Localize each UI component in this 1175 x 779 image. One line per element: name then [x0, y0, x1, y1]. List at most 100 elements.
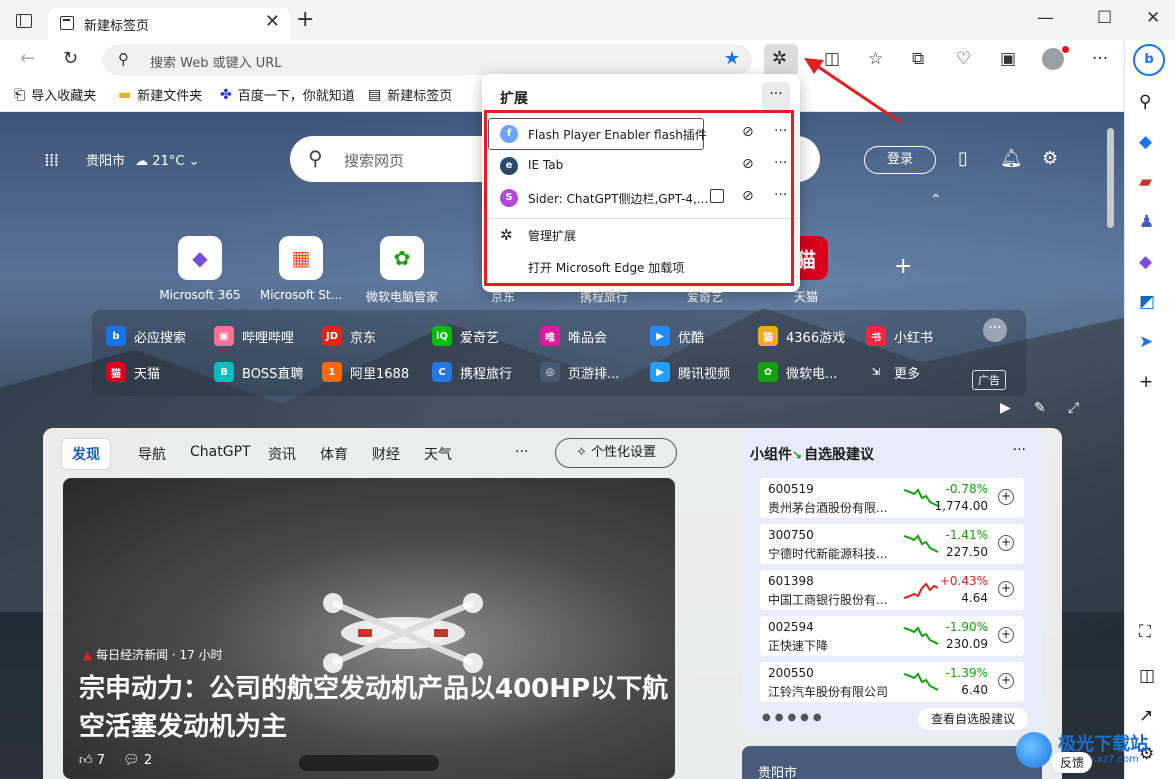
quick-link[interactable]: ◆ Microsoft 365	[158, 236, 242, 302]
tab-weather[interactable]: 天气	[424, 444, 452, 464]
feedback-button[interactable]: 反馈	[1052, 752, 1093, 773]
site-link[interactable]: iQ 爱奇艺	[432, 326, 499, 346]
sparkline	[904, 626, 938, 645]
article-title[interactable]: 宗申动力：公司的航空发动机产品以400HP以下航空活塞发动机为主	[79, 670, 669, 746]
site-link[interactable]: 猫 4366游戏	[758, 326, 845, 346]
add-quick-link-icon[interactable]: +	[894, 254, 912, 279]
outlook-icon[interactable]: ◩	[1139, 292, 1155, 312]
carousel-pager[interactable]	[299, 755, 439, 771]
site-icon: 1	[322, 362, 342, 382]
site-link[interactable]: 猫天猫	[106, 362, 160, 382]
widget-pager[interactable]: ●●●●●	[762, 712, 826, 723]
toolbox-icon[interactable]: ▰	[1139, 172, 1152, 192]
fav-new-tab-page[interactable]: ▤ 新建标签页	[368, 85, 452, 105]
quick-link[interactable]: ✿ 微软电脑管家	[360, 236, 444, 305]
quick-link[interactable]: ▦ Microsoft St...	[259, 236, 343, 302]
chevron-up-icon[interactable]: ⌃	[930, 192, 942, 208]
fav-baidu[interactable]: ✤ 百度一下，你就知道	[220, 85, 355, 105]
tab-news[interactable]: 资讯	[268, 444, 296, 464]
stock-row[interactable]: 002594 正快速下降 -1.90% 230.09 +	[760, 616, 1024, 656]
stock-row[interactable]: 600519 贵州茅台酒股份有限... -0.78% 1,774.00 +	[760, 478, 1024, 518]
collections-icon[interactable]: ⧉	[912, 49, 924, 69]
site-link[interactable]: JD 京东	[322, 326, 376, 346]
fullscreen-icon[interactable]: ⤢	[1068, 400, 1079, 416]
new-tab-button[interactable]: +	[296, 7, 314, 32]
scrollbar-thumb[interactable]	[1107, 128, 1114, 228]
maximize-button[interactable]: ☐	[1097, 8, 1112, 28]
add-icon[interactable]: +	[1139, 372, 1153, 392]
feed-more-icon[interactable]: ···	[515, 444, 528, 460]
profile-avatar[interactable]	[1042, 46, 1069, 70]
site-link[interactable]: ⇲ 更多	[866, 362, 920, 382]
favorite-star-icon[interactable]: ★	[724, 48, 740, 69]
fav-import[interactable]: ⎗ 导入收藏夹	[14, 85, 96, 105]
view-watchlist-button[interactable]: 查看自选股建议	[918, 708, 1028, 730]
add-stock-icon[interactable]: +	[998, 627, 1014, 643]
phone-icon[interactable]: ▯	[958, 148, 968, 169]
page-settings-icon[interactable]: ⚙	[1042, 148, 1058, 169]
weather-card[interactable]: 贵阳市	[742, 746, 1042, 779]
tab-chatgpt[interactable]: ChatGPT	[190, 444, 251, 460]
shopping-tag-icon[interactable]: ◆	[1139, 132, 1152, 152]
hero-article[interactable]: ▲ 每日经济新闻 · 17 小时 宗申动力：公司的航空发动机产品以400HP以下…	[63, 478, 675, 779]
copilot-icon[interactable]: b	[1133, 44, 1165, 76]
close-tab-icon[interactable]: ✕	[265, 11, 280, 32]
more-menu-icon[interactable]: ···	[1092, 49, 1108, 69]
close-window-button[interactable]: ✕	[1146, 8, 1160, 28]
notification-bell-icon[interactable]: 🔔︎	[1000, 148, 1023, 169]
search-icon: ⚲	[118, 50, 129, 68]
site-link[interactable]: 1 阿里1688	[322, 362, 409, 382]
tab-finance[interactable]: 财经	[372, 444, 400, 464]
thumbs-up-icon[interactable]: 👍︎	[79, 753, 93, 768]
send-icon[interactable]: ➤	[1139, 332, 1153, 352]
tab-navigation[interactable]: 导航	[138, 444, 166, 464]
tab-sports[interactable]: 体育	[320, 444, 348, 464]
stock-widget: 小组件↘ 自选股建议 ··· 600519 贵州茅台酒股份有限... -0.78% 1,…	[742, 428, 1042, 734]
stock-row[interactable]: 601398 中国工商银行股份有... +0.43% 4.64 +	[760, 570, 1024, 610]
tab-new-tab[interactable]: 新建标签页 ✕	[48, 8, 290, 40]
site-link[interactable]: B BOSS直聘	[214, 362, 303, 382]
back-icon[interactable]: ←	[20, 48, 35, 69]
comment-icon[interactable]: 💬︎	[123, 753, 140, 768]
site-link[interactable]: C 携程旅行	[432, 362, 512, 382]
site-link[interactable]: ▶ 优酷	[650, 326, 704, 346]
minimize-button[interactable]: —	[1037, 8, 1054, 28]
weather-summary[interactable]: 贵阳市 ☁ 21°C ⌄	[86, 150, 199, 169]
add-stock-icon[interactable]: +	[998, 535, 1014, 551]
address-bar[interactable]: ⚲ 搜索 Web 或键入 URL ★	[102, 45, 752, 75]
extensions-more-button[interactable]: ···	[762, 82, 790, 110]
add-stock-icon[interactable]: +	[998, 489, 1014, 505]
site-link[interactable]: b 必应搜索	[106, 326, 186, 346]
edit-background-icon[interactable]: ✎	[1034, 400, 1046, 416]
add-stock-icon[interactable]: +	[998, 581, 1014, 597]
site-link[interactable]: ✿ 微软电...	[758, 362, 837, 382]
site-link[interactable]: ▣ 哔哩哔哩	[214, 326, 294, 346]
site-link[interactable]: ▶ 腾讯视频	[650, 362, 730, 382]
hide-sidebar-icon[interactable]: ◫	[1139, 666, 1155, 686]
extensions-button[interactable]: ✲	[764, 44, 798, 76]
sidebar-screenshot-icon[interactable]: ⛶	[1139, 622, 1151, 642]
strip-more-icon[interactable]: ···	[983, 318, 1007, 342]
persona-icon[interactable]: ♟	[1139, 212, 1154, 232]
external-link-icon[interactable]: ↗	[1139, 706, 1153, 726]
login-button[interactable]: 登录	[864, 146, 936, 174]
stock-row[interactable]: 200550 江铃汽车股份有限公司 -1.39% 6.40 +	[760, 662, 1024, 702]
add-stock-icon[interactable]: +	[998, 673, 1014, 689]
widget-more-icon[interactable]: ···	[1013, 442, 1026, 458]
personalize-button[interactable]: ✧ 个性化设置	[555, 438, 677, 468]
tab-actions-icon[interactable]	[16, 14, 32, 28]
performance-icon[interactable]: ♡	[956, 49, 971, 69]
scrollbar[interactable]	[1106, 118, 1115, 778]
site-link[interactable]: 书小红书	[866, 326, 933, 346]
site-link[interactable]: 唯唯品会	[540, 326, 607, 346]
tab-discover[interactable]: 发现	[61, 438, 111, 470]
site-link[interactable]: ◎ 页游排...	[540, 362, 619, 382]
search-icon[interactable]: ⚲	[1139, 92, 1151, 112]
refresh-icon[interactable]: ↻	[63, 48, 78, 69]
play-icon[interactable]: ▶	[1000, 400, 1011, 416]
stock-row[interactable]: 300750 宁德时代新能源科技... -1.41% 227.50 +	[760, 524, 1024, 564]
apps-grid-icon[interactable]: ⁞⁞⁞	[44, 150, 59, 171]
m365-icon[interactable]: ◆	[1139, 252, 1152, 272]
fav-new-folder[interactable]: ▬ 新建文件夹	[118, 85, 202, 105]
screenshot-icon[interactable]: ▣	[1000, 49, 1016, 69]
